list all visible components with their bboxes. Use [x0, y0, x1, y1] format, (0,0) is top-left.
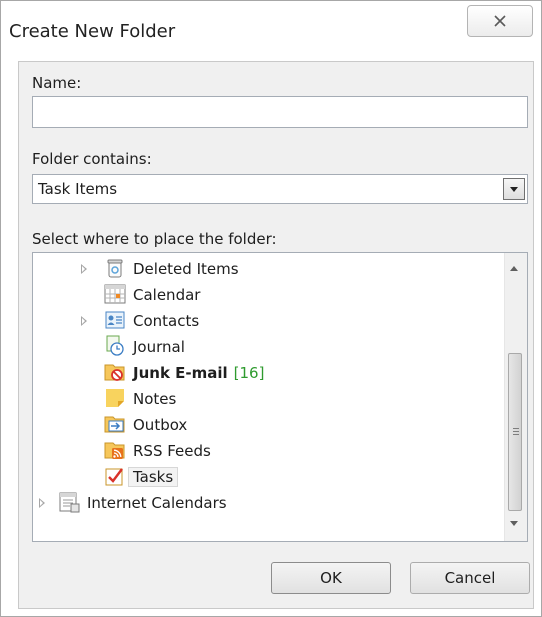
deleted-items-icon [107, 259, 123, 278]
scroll-down-arrow-icon[interactable] [510, 521, 518, 526]
tree-item-label: Tasks [127, 466, 179, 487]
cancel-button[interactable]: Cancel [410, 562, 530, 594]
junk-email-label-group: Junk E-mail [16] [133, 364, 264, 382]
tree-item-notes[interactable]: Notes [33, 386, 503, 411]
tree-item-label: Contacts [133, 311, 200, 330]
tree-item-label: Internet Calendars [87, 493, 227, 512]
junk-email-icon [104, 364, 125, 381]
tree-item-calendar[interactable]: Calendar [33, 282, 503, 307]
scrollbar-thumb[interactable] [508, 353, 522, 511]
tree-item-label: Deleted Items [133, 259, 239, 278]
tree-item-rss-feeds[interactable]: RSS Feeds [33, 438, 503, 463]
tree-item-tasks[interactable]: Tasks [33, 464, 503, 489]
name-label: Name: [32, 74, 82, 92]
tree-scrollbar[interactable] [504, 253, 527, 541]
tree-item-journal[interactable]: Journal [33, 334, 503, 359]
tree-item-label: Outbox [133, 415, 188, 434]
grip-line [513, 434, 519, 435]
grip-line [513, 428, 519, 429]
grip-line [513, 431, 519, 432]
tree-item-outbox[interactable]: Outbox [33, 412, 503, 437]
chevron-down-icon[interactable] [503, 178, 525, 200]
outbox-icon [104, 416, 125, 433]
name-input[interactable] [32, 96, 528, 128]
tree-item-label: Notes [133, 389, 177, 408]
expand-arrow-icon[interactable] [39, 498, 45, 508]
tree-item-deleted-items[interactable]: Deleted Items [33, 256, 503, 281]
tree-item-junk-email[interactable]: Junk E-mail [16] [33, 360, 503, 385]
expand-arrow-icon[interactable] [81, 264, 87, 274]
tree-item-label: RSS Feeds [133, 441, 211, 460]
folder-contains-select[interactable]: Task Items [32, 174, 528, 204]
tasks-icon [105, 468, 123, 486]
folder-tree[interactable]: Deleted Items Calendar Contacts Journal … [32, 252, 528, 542]
ok-button[interactable]: OK [271, 562, 391, 594]
tree-item-label: Calendar [133, 285, 201, 304]
location-label: Select where to place the folder: [32, 230, 277, 248]
dialog-body: Name: Folder contains: Task Items Select… [18, 61, 534, 609]
folder-contains-label: Folder contains: [32, 150, 152, 168]
tree-item-contacts[interactable]: Contacts [33, 308, 503, 333]
folder-contains-value: Task Items [38, 180, 118, 198]
close-x-icon [494, 15, 506, 27]
expand-arrow-icon[interactable] [81, 316, 87, 326]
contacts-icon [105, 311, 125, 329]
scroll-up-arrow-icon[interactable] [510, 266, 518, 271]
internet-calendars-icon [59, 492, 80, 513]
journal-icon [106, 335, 124, 356]
notes-icon [106, 389, 124, 407]
calendar-icon [104, 284, 126, 304]
dialog-title: Create New Folder [9, 21, 176, 42]
close-button[interactable] [467, 5, 533, 37]
tree-item-internet-calendars[interactable]: Internet Calendars [33, 490, 503, 515]
tree-item-label: Journal [133, 337, 185, 356]
tree-item-label: Junk E-mail [133, 363, 228, 382]
create-new-folder-dialog: Create New Folder Name: Folder contains:… [0, 0, 542, 617]
rss-feeds-icon [104, 442, 125, 459]
unread-count: [16] [233, 363, 265, 382]
